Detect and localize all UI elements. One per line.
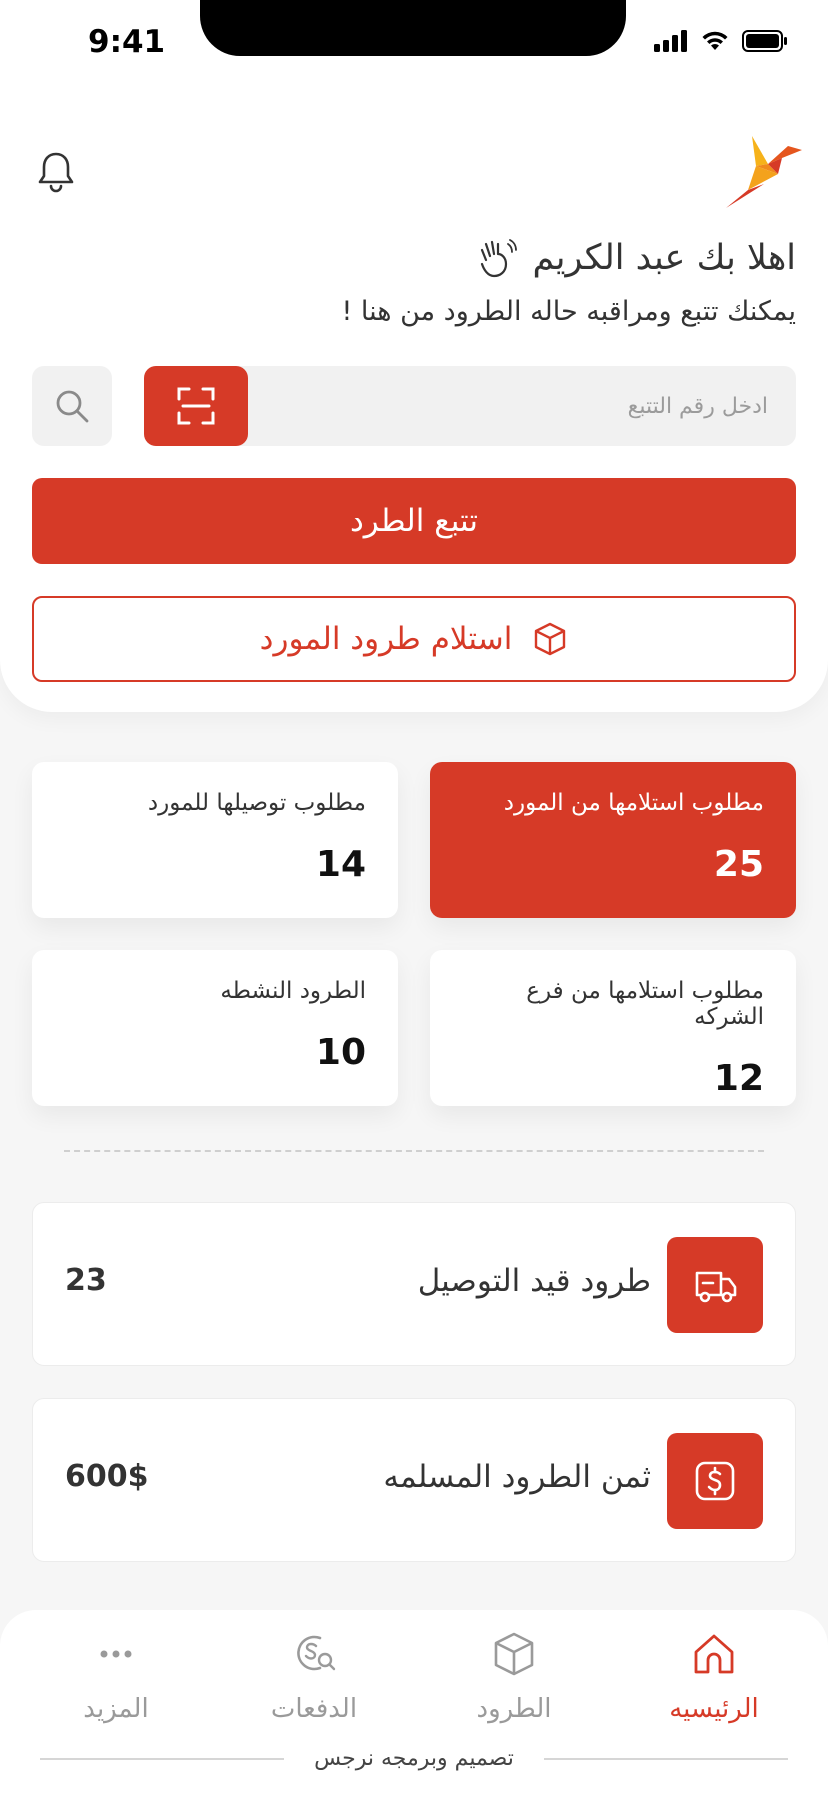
subtitle: يمكنك تتبع ومراقبه حاله الطرود من هنا ! <box>341 296 796 327</box>
stat-label: مطلوب استلامها من فرع الشركه <box>526 978 764 1030</box>
greeting-text: اهلا بك عبد الكريم <box>532 238 796 278</box>
stat-card-active-parcels[interactable]: الطرود النشطه 10 <box>32 950 398 1106</box>
device-notch <box>200 0 626 56</box>
stat-card-pickup-supplier[interactable]: مطلوب استلامها من المورد 25 <box>430 762 796 918</box>
summary-card-in-delivery[interactable]: طرود قيد التوصيل 23 <box>32 1202 796 1366</box>
stat-card-deliver-supplier[interactable]: مطلوب توصيلها للمورد 14 <box>32 762 398 918</box>
scan-icon <box>177 387 215 425</box>
summary-label: طرود قيد التوصيل <box>417 1263 651 1299</box>
track-parcel-label: تتبع الطرد <box>349 503 479 539</box>
footer-credit: تصميم وبرمجه نرجس <box>0 1746 828 1771</box>
payments-icon <box>297 1635 336 1671</box>
status-icons <box>654 30 788 52</box>
summary-value: 23 <box>65 1263 107 1298</box>
stat-value: 25 <box>713 844 764 885</box>
stat-value: 14 <box>315 844 366 885</box>
tracking-number-input[interactable] <box>288 366 768 446</box>
box-icon <box>494 1632 534 1676</box>
greeting: اهلا بك عبد الكريم <box>474 236 796 280</box>
nav-item-home[interactable]: الرئيسيه <box>624 1630 804 1724</box>
nav-label: الرئيسيه <box>669 1694 759 1724</box>
search-icon <box>56 390 89 423</box>
summary-label: ثمن الطرود المسلمه <box>383 1459 651 1495</box>
receive-supplier-parcels-label: استلام طرود المورد <box>259 621 513 657</box>
stat-label: مطلوب توصيلها للمورد <box>147 790 366 816</box>
stat-label: الطرود النشطه <box>220 978 366 1004</box>
nav-label: المزيد <box>83 1694 149 1724</box>
nav-label: الطرود <box>476 1694 552 1724</box>
track-parcel-button[interactable]: تتبع الطرد <box>32 478 796 564</box>
bell-icon[interactable] <box>32 148 80 196</box>
delivery-truck-icon <box>695 1271 737 1303</box>
box-icon <box>535 622 566 656</box>
summary-icon-box <box>667 1433 763 1529</box>
more-icon <box>100 1650 132 1658</box>
scan-button[interactable] <box>144 366 248 446</box>
summary-card-delivered-value[interactable]: ثمن الطرود المسلمه 600$ <box>32 1398 796 1562</box>
search-button[interactable] <box>32 366 112 446</box>
home-screen: 9:41 اهلا بك عبد الكريم يمكنك تتبع ومراق… <box>0 0 828 1812</box>
summary-value: 600$ <box>65 1459 149 1494</box>
credit-line-right <box>543 1757 788 1760</box>
status-time: 9:41 <box>88 24 166 60</box>
bird-logo <box>726 136 802 208</box>
stat-label: مطلوب استلامها من المورد <box>503 790 764 816</box>
bottom-navigation: الرئيسيه الطرود الدفعات المزيد <box>0 1610 828 1812</box>
nav-item-payments[interactable]: الدفعات <box>224 1630 404 1724</box>
nav-label: الدفعات <box>270 1694 358 1724</box>
home-icon <box>694 1634 734 1674</box>
dollar-icon <box>695 1461 735 1501</box>
wifi-icon <box>702 31 728 50</box>
nav-item-more[interactable]: المزيد <box>26 1630 206 1724</box>
stat-card-pickup-branch[interactable]: مطلوب استلامها من فرع الشركه 12 <box>430 950 796 1106</box>
dashed-divider <box>64 1150 764 1152</box>
stat-value: 12 <box>713 1058 764 1099</box>
credit-text: تصميم وبرمجه نرجس <box>314 1746 514 1771</box>
stat-value: 10 <box>315 1032 366 1073</box>
header-card: 9:41 اهلا بك عبد الكريم يمكنك تتبع ومراق… <box>0 0 828 712</box>
waving-hand-icon <box>481 239 518 278</box>
battery-icon <box>742 30 787 52</box>
receive-supplier-parcels-button[interactable]: استلام طرود المورد <box>32 596 796 682</box>
tracking-field <box>144 366 796 446</box>
signal-icon <box>654 30 687 52</box>
nav-item-parcels[interactable]: الطرود <box>424 1630 604 1724</box>
summary-icon-box <box>667 1237 763 1333</box>
credit-line-left <box>40 1757 285 1760</box>
